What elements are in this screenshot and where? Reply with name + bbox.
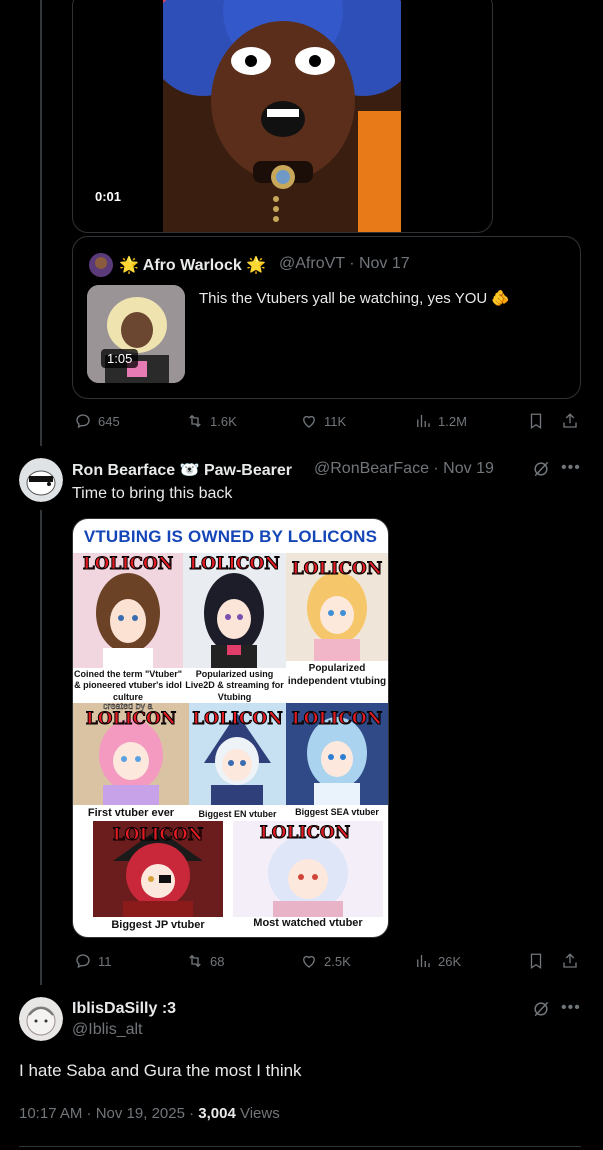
like-button[interactable]: 11K [300, 412, 346, 430]
bookmark-icon [530, 413, 542, 430]
bookmark-button[interactable] [527, 952, 545, 970]
quoted-video-duration: 1:05 [101, 349, 139, 368]
meme-caption: Coined the term "Vtuber" & pioneered vtu… [73, 669, 183, 702]
more-options-icon[interactable]: ••• [561, 459, 581, 477]
meme-panel: LOLICON Biggest JP vtuber [93, 821, 223, 937]
meme-panel: LOLICON Most watched vtuber [233, 821, 383, 937]
share-icon [563, 413, 577, 428]
reply-author-handle: @Iblis_alt [72, 1021, 143, 1038]
reply-icon [76, 954, 90, 969]
video-timestamp: 0:01 [95, 189, 122, 204]
bookmark-icon [530, 953, 542, 970]
meme-panel: LOLICON Biggest EN vtuber [189, 703, 286, 821]
meme-caption: First vtuber ever [87, 807, 175, 819]
more-options-icon[interactable]: ••• [561, 999, 581, 1017]
avatar[interactable] [19, 458, 63, 502]
lolicon-stamp: LOLICON [192, 709, 284, 730]
repost-count: 1.6K [210, 413, 237, 429]
lolicon-stamp: LOLICON [291, 709, 383, 730]
post-actions-bar: 645 1.6K 11K 1.2M [72, 412, 587, 432]
video-player[interactable]: 0:01 [72, 0, 493, 233]
thread-line-top [40, 0, 42, 446]
heart-icon [303, 415, 315, 428]
avatar[interactable] [19, 997, 63, 1041]
meme-caption: Biggest JP vtuber [111, 919, 205, 931]
grok-icon[interactable] [531, 999, 551, 1024]
lolicon-stamp: LOLICON [82, 554, 174, 575]
like-button[interactable]: 2.5K [300, 952, 351, 970]
reply-button[interactable]: 645 [74, 412, 120, 430]
meme-panel: LOLICON Biggest SEA vtuber [286, 703, 388, 821]
post-author-handle: @RonBearFace · Nov 19 [314, 460, 494, 477]
post-image[interactable]: VTUBING IS OWNED BY LOLICONS LOLICON Coi… [72, 518, 389, 938]
grok-icon[interactable] [531, 459, 551, 484]
views-label: Views [235, 1105, 280, 1122]
like-count: 2.5K [324, 953, 351, 969]
meme-caption: Biggest EN vtuber [198, 809, 277, 819]
reply-author-name[interactable]: IblisDaSilly :3 [72, 1000, 176, 1018]
meme-caption: Popularized using Live2D & streaming for… [185, 669, 284, 702]
lolicon-stamp: LOLICON [112, 825, 204, 846]
view-count: 3,004 [198, 1105, 236, 1122]
reply-count: 645 [98, 413, 120, 429]
views-button[interactable]: 1.2M [414, 412, 467, 430]
post-actions-bar: 11 68 2.5K 26K [72, 952, 587, 972]
share-button[interactable] [561, 952, 579, 970]
reply-icon [76, 414, 90, 429]
views-count: 26K [438, 953, 462, 969]
bookmark-button[interactable] [527, 412, 545, 430]
quoted-avatar [89, 253, 113, 277]
divider [19, 1146, 581, 1147]
meme-panel: LOLICON Popularized independent vtubing [286, 553, 388, 703]
repost-icon [189, 954, 201, 968]
meme-panel: created by a LOLICON First vtuber ever [73, 703, 189, 821]
repost-count: 68 [210, 953, 225, 969]
post-meta: 10:17 AM · Nov 19, 2025 · 3,004 Views [19, 1105, 280, 1122]
meme-caption: Popularized independent vtubing [287, 663, 387, 687]
reply-button[interactable]: 11 [74, 952, 112, 970]
video-frame [163, 0, 401, 232]
meme-panel: LOLICON Coined the term "Vtuber" & pione… [73, 553, 183, 703]
quoted-post-text: This the Vtubers yall be watching, yes Y… [199, 290, 511, 307]
thread-line-middle [40, 510, 42, 985]
share-icon [563, 953, 577, 968]
lolicon-stamp: LOLICON [85, 709, 177, 730]
quoted-video-thumbnail[interactable]: 1:05 [87, 285, 185, 383]
repost-button[interactable]: 68 [186, 952, 224, 970]
lolicon-stamp: LOLICON [291, 559, 383, 580]
meme-panel: LOLICON Popularized using Live2D & strea… [183, 553, 286, 703]
meme-title: VTUBING IS OWNED BY LOLICONS [83, 527, 378, 546]
post-timestamp[interactable]: 10:17 AM · Nov 19, 2025 · [19, 1105, 198, 1122]
views-icon [417, 415, 430, 427]
post-text: Time to bring this back [72, 485, 233, 502]
quoted-author-handle: @AfroVT · Nov 17 [279, 255, 410, 272]
reply-text: I hate Saba and Gura the most I think [19, 1061, 302, 1080]
heart-icon [303, 955, 315, 968]
views-icon [417, 955, 430, 967]
share-button[interactable] [561, 412, 579, 430]
views-button[interactable]: 26K [414, 952, 461, 970]
quoted-post[interactable]: 🌟 Afro Warlock 🌟 @AfroVT · Nov 17 1:05 T… [72, 236, 581, 399]
repost-button[interactable]: 1.6K [186, 412, 237, 430]
repost-icon [189, 414, 201, 428]
quoted-author-name[interactable]: 🌟 Afro Warlock 🌟 [119, 255, 266, 275]
reply-count: 11 [98, 953, 112, 969]
post-author-name[interactable]: Ron Bearface 🐻‍❄️ Paw-Bearer [72, 460, 292, 480]
views-count: 1.2M [438, 413, 467, 429]
meme-caption: Biggest SEA vtuber [295, 807, 379, 817]
lolicon-stamp: LOLICON [189, 554, 281, 575]
lolicon-stamp: LOLICON [259, 823, 351, 844]
like-count: 11K [324, 413, 347, 429]
meme-caption: Most watched vtuber [253, 917, 363, 929]
